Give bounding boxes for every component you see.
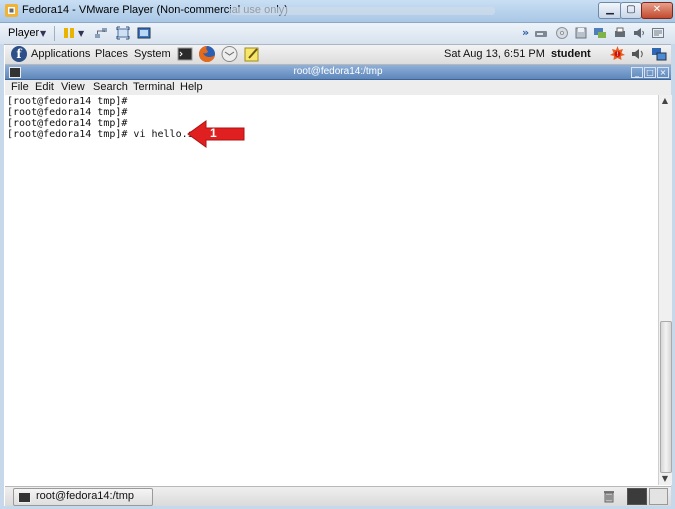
sound-icon[interactable] [632, 26, 646, 40]
system-menu[interactable]: System [134, 48, 171, 60]
chevron-down-icon[interactable]: ▼ [40, 29, 46, 38]
menu-view[interactable]: View [61, 81, 85, 93]
volume-icon[interactable] [630, 46, 646, 62]
terminal-output[interactable]: [root@fedora14 tmp]# [root@fedora14 tmp]… [5, 95, 658, 485]
workspace-2[interactable] [649, 488, 668, 505]
network-adapter-icon[interactable] [593, 26, 607, 40]
menu-edit[interactable]: Edit [35, 81, 54, 93]
terminal-launcher-icon[interactable] [177, 46, 193, 62]
terminal-line: [root@fedora14 tmp]# vi hello.sh [7, 129, 200, 140]
vmware-toolbar: Player ▼ ▼ » [0, 23, 675, 45]
floppy-icon[interactable] [574, 26, 588, 40]
terminal-titlebar: root@fedora14:/tmp _ □ × [5, 65, 671, 80]
network-icon[interactable] [94, 26, 108, 40]
menu-file[interactable]: File [11, 81, 29, 93]
fullscreen-icon[interactable] [116, 26, 130, 40]
workspace-1[interactable] [627, 488, 647, 505]
trash-icon[interactable] [603, 489, 615, 503]
terminal-menubar: File Edit View Search Terminal Help [5, 80, 671, 96]
window-frame [0, 44, 4, 509]
more-devices-icon[interactable]: » [522, 26, 529, 39]
user-menu[interactable]: student [551, 48, 591, 60]
terminal-line: [root@fedora14 tmp]# [7, 107, 128, 118]
maximize-button[interactable]: ▢ [620, 2, 642, 19]
blurred-path [230, 7, 495, 15]
taskbar-window-label: root@fedora14:/tmp [36, 490, 134, 502]
cd-drive-icon[interactable] [555, 26, 569, 40]
menu-help[interactable]: Help [180, 81, 203, 93]
unity-icon[interactable] [137, 26, 151, 40]
minimize-button[interactable]: ▁ [598, 2, 622, 19]
menu-terminal[interactable]: Terminal [133, 81, 175, 93]
terminal-minimize-button[interactable]: _ [631, 67, 643, 78]
fedora-logo-icon[interactable]: f [11, 46, 27, 62]
terminal-line: [root@fedora14 tmp]# [7, 118, 128, 129]
places-menu[interactable]: Places [95, 48, 128, 60]
terminal-close-button[interactable]: × [657, 67, 669, 78]
gnome-top-panel: f Applications Places System Sat Aug 13,… [5, 45, 671, 65]
terminal-maximize-button[interactable]: □ [644, 67, 656, 78]
clock[interactable]: Sat Aug 13, 6:51 PM [444, 48, 545, 60]
terminal-window-title: root@fedora14:/tmp [293, 66, 383, 77]
callout-number: 1 [210, 126, 217, 140]
menu-search[interactable]: Search [93, 81, 128, 93]
firefox-icon[interactable] [198, 45, 216, 63]
scroll-down-icon[interactable]: ▼ [659, 473, 671, 485]
pause-icon[interactable] [62, 26, 76, 40]
terminal-line: [root@fedora14 tmp]# [7, 96, 128, 107]
vmware-app-icon [5, 4, 18, 17]
applications-menu[interactable]: Applications [31, 48, 90, 60]
svg-text:!: ! [616, 51, 618, 58]
toolbar-separator [54, 26, 55, 41]
scroll-up-icon[interactable]: ▲ [659, 95, 671, 107]
printer-icon[interactable] [613, 26, 627, 40]
update-notification-icon[interactable]: ! [609, 45, 626, 63]
terminal-scrollbar[interactable]: ▲ ▼ [658, 95, 672, 485]
gnome-bottom-panel: root@fedora14:/tmp [5, 486, 671, 507]
mail-icon[interactable] [221, 45, 238, 63]
terminal-icon [18, 492, 31, 503]
callout-arrow: 1 [187, 120, 245, 148]
scroll-thumb[interactable] [660, 321, 672, 473]
text-editor-icon[interactable] [243, 45, 261, 63]
close-button[interactable]: ✕ [641, 2, 673, 19]
player-menu[interactable]: Player [8, 27, 39, 39]
hard-disk-icon[interactable] [534, 26, 548, 40]
vmware-titlebar: Fedora14 - VMware Player (Non-commercial… [0, 0, 675, 23]
taskbar-window-button[interactable]: root@fedora14:/tmp [13, 488, 153, 506]
chevron-down-icon[interactable]: ▼ [78, 29, 84, 38]
message-log-icon[interactable] [651, 26, 665, 40]
network-status-icon[interactable] [651, 46, 667, 62]
